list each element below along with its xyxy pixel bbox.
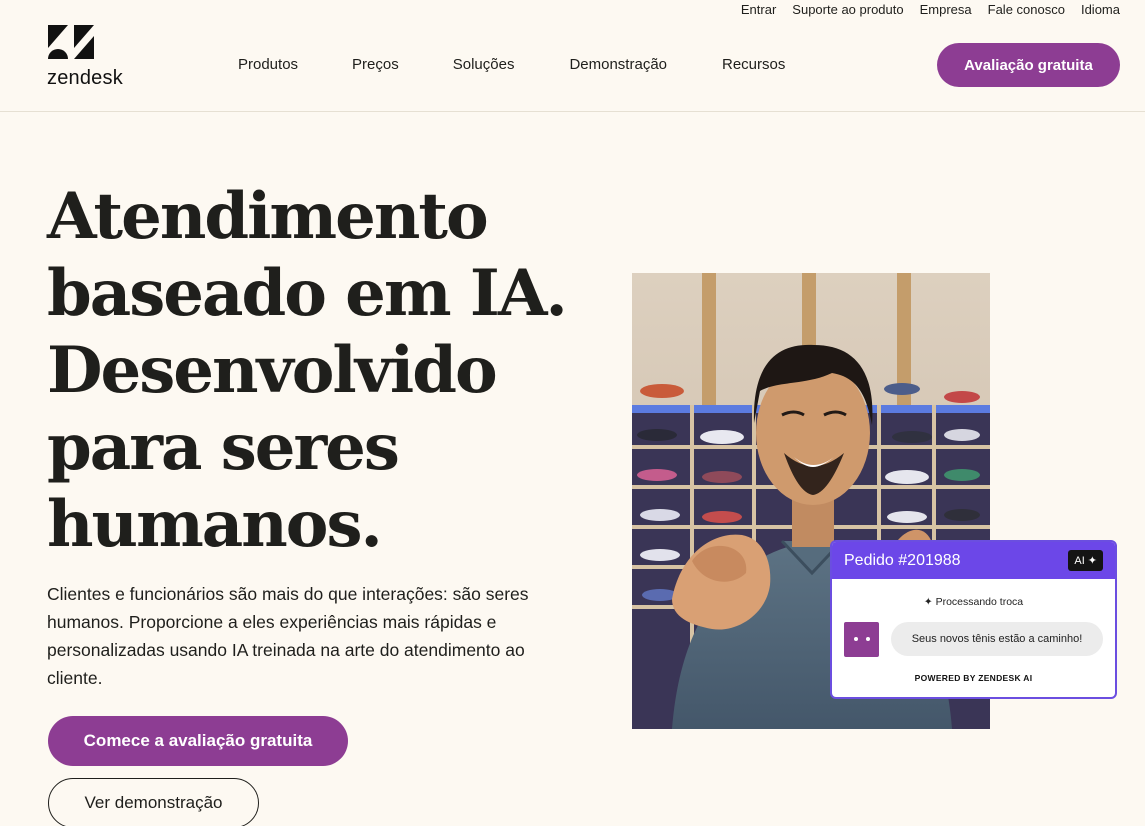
bot-avatar [844, 622, 879, 657]
order-card-header: Pedido #201988 AI ✦ [832, 542, 1115, 579]
ai-badge: AI ✦ [1068, 550, 1103, 571]
header-trial-button[interactable]: Avaliação gratuita [937, 43, 1120, 87]
nav-item-precos[interactable]: Preços [352, 56, 399, 73]
nav-item-recursos[interactable]: Recursos [722, 56, 785, 73]
hero-title-line: humanos. [47, 487, 383, 562]
chat-message-bubble: Seus novos tênis estão a caminho! [891, 622, 1103, 656]
zendesk-logo[interactable]: zendesk [47, 24, 137, 89]
processing-label: Processando troca [935, 596, 1024, 608]
zendesk-logo-mark [48, 25, 94, 59]
sparkle-icon: ✦ [1087, 555, 1097, 567]
hero-title-line: baseado em IA. [47, 256, 568, 331]
utility-nav: Entrar Suporte ao produto Empresa Fale c… [741, 2, 1120, 17]
utility-link-contato[interactable]: Fale conosco [988, 2, 1065, 17]
utility-link-entrar[interactable]: Entrar [741, 2, 776, 17]
hero-title-line: Desenvolvido [47, 333, 498, 408]
nav-item-demonstracao[interactable]: Demonstração [569, 56, 667, 73]
view-demo-button[interactable]: Ver demonstração [48, 778, 259, 826]
hero-title: Atendimento baseado em IA. Desenvolvido … [47, 178, 587, 563]
main-nav: Produtos Preços Soluções Demonstração Re… [238, 56, 785, 73]
nav-item-solucoes[interactable]: Soluções [453, 56, 515, 73]
site-header: zendesk Entrar Suporte ao produto Empres… [0, 0, 1145, 112]
utility-link-idioma[interactable]: Idioma [1081, 2, 1120, 17]
ai-badge-label: AI [1074, 554, 1085, 567]
order-number: Pedido #201988 [844, 551, 961, 569]
utility-link-suporte[interactable]: Suporte ao produto [792, 2, 903, 17]
processing-status: ✦ Processando troca [832, 596, 1115, 608]
hero-title-line: para seres [47, 410, 400, 485]
start-trial-button[interactable]: Comece a avaliação gratuita [48, 716, 348, 766]
nav-item-produtos[interactable]: Produtos [238, 56, 298, 73]
utility-link-empresa[interactable]: Empresa [920, 2, 972, 17]
powered-by-label: POWERED BY ZENDESK AI [914, 673, 1033, 683]
hero-description: Clientes e funcionários são mais do que … [47, 584, 529, 688]
logo-wordmark: zendesk [47, 67, 123, 89]
hero-title-line: Atendimento [47, 179, 489, 254]
sparkle-icon: ✦ [923, 596, 933, 608]
order-status-card: Pedido #201988 AI ✦ ✦ Processando troca … [830, 540, 1117, 699]
